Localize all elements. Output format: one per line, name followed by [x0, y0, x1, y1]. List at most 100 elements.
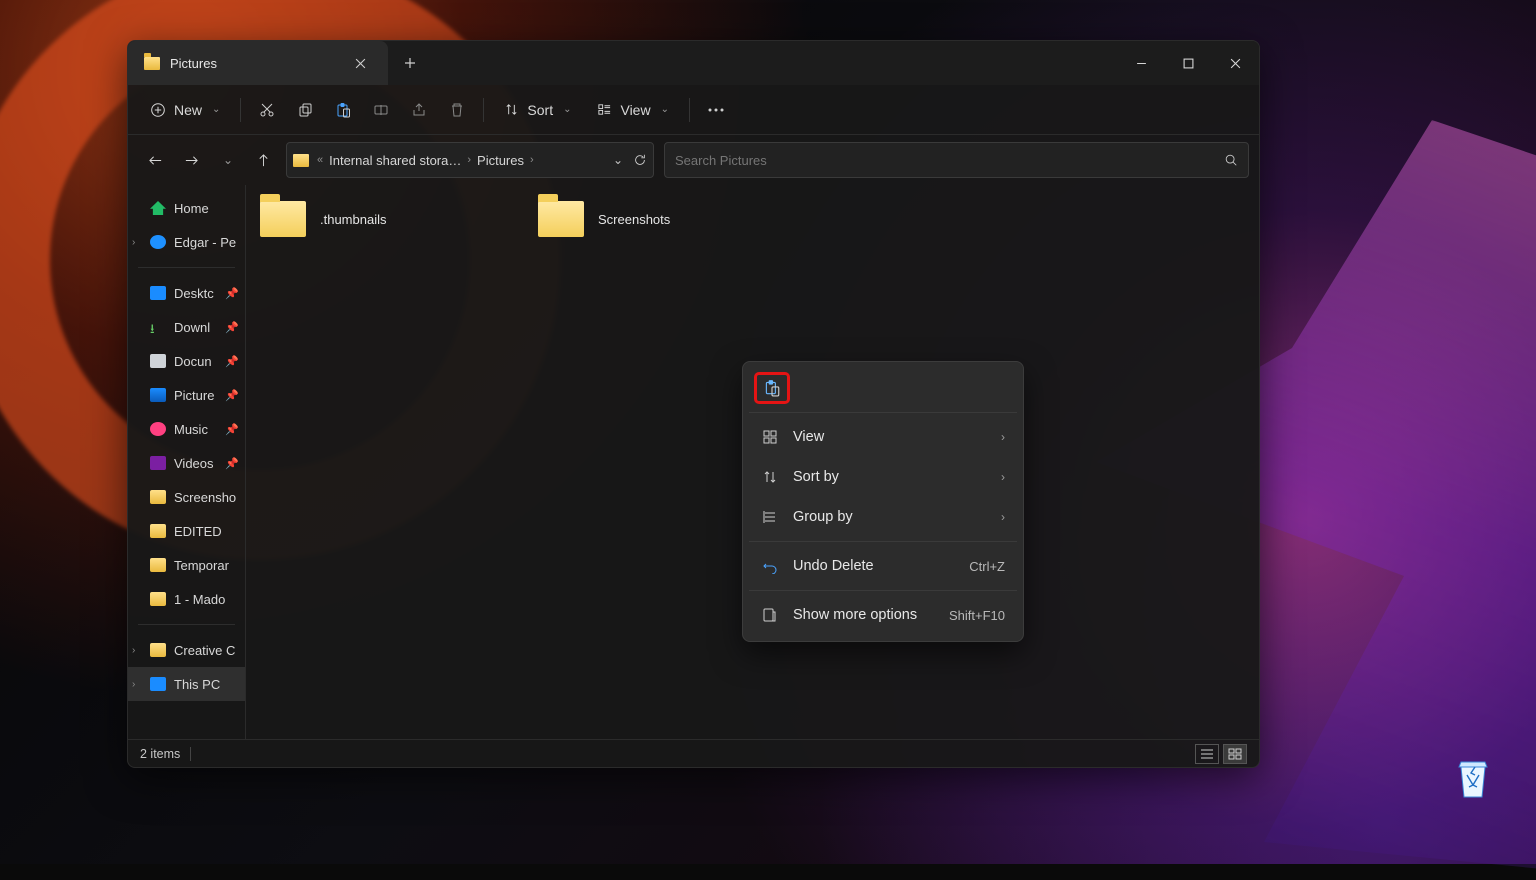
chevron-right-icon: › — [467, 154, 471, 166]
breadcrumb-item[interactable]: Internal shared stora… — [329, 153, 461, 168]
chevron-right-icon: › — [1001, 510, 1005, 524]
cut-button[interactable] — [251, 93, 283, 127]
context-menu: View › Sort by › Group by › Undo Delete … — [742, 361, 1024, 642]
sidebar-onedrive[interactable]: › Edgar - Pe — [128, 225, 245, 259]
document-icon — [150, 354, 166, 368]
new-button[interactable]: New ⌄ — [140, 93, 230, 127]
close-button[interactable] — [1212, 41, 1259, 85]
folder-icon — [260, 201, 306, 237]
sidebar-desktop[interactable]: Desktc📌 — [128, 276, 245, 310]
separator — [689, 98, 690, 122]
sidebar-this-pc[interactable]: ›This PC — [128, 667, 245, 701]
sidebar-music[interactable]: Music📌 — [128, 412, 245, 446]
search-box[interactable] — [664, 142, 1249, 178]
context-group-by[interactable]: Group by › — [749, 497, 1017, 537]
refresh-button[interactable] — [633, 153, 647, 167]
tab-pictures[interactable]: Pictures — [128, 41, 388, 85]
context-view[interactable]: View › — [749, 417, 1017, 457]
paste-button[interactable] — [327, 93, 359, 127]
folder-icon — [150, 490, 166, 504]
folder-icon — [150, 592, 166, 606]
context-undo-delete[interactable]: Undo Delete Ctrl+Z — [749, 546, 1017, 586]
search-input[interactable] — [675, 153, 1224, 168]
share-button[interactable] — [403, 93, 435, 127]
separator — [190, 747, 191, 761]
command-bar: New ⌄ Sort ⌄ View ⌄ — [128, 85, 1259, 135]
folder-name: .thumbnails — [320, 212, 386, 227]
chevron-right-icon: › — [1001, 430, 1005, 444]
pin-icon: 📌 — [225, 287, 239, 300]
context-show-more-options[interactable]: Show more options Shift+F10 — [749, 595, 1017, 635]
context-sort-by[interactable]: Sort by › — [749, 457, 1017, 497]
sort-label: Sort — [527, 102, 553, 118]
back-button[interactable] — [138, 143, 172, 177]
sidebar-downloads[interactable]: ⭳Downl📌 — [128, 310, 245, 344]
chevron-right-icon: › — [530, 154, 534, 166]
sidebar-videos[interactable]: Videos📌 — [128, 446, 245, 480]
breadcrumb: « Internal shared stora… › Pictures › — [317, 153, 605, 168]
cloud-icon — [150, 235, 166, 249]
maximize-button[interactable] — [1165, 41, 1212, 85]
tab-close-button[interactable] — [346, 49, 374, 77]
folder-thumbnails[interactable]: .thumbnails — [260, 197, 510, 241]
sidebar-home[interactable]: Home — [128, 191, 245, 225]
sort-button[interactable]: Sort ⌄ — [494, 93, 581, 127]
separator — [483, 98, 484, 122]
pin-icon: 📌 — [225, 321, 239, 334]
view-button[interactable]: View ⌄ — [587, 93, 678, 127]
chevron-down-icon: ⌄ — [661, 104, 669, 115]
folder-icon — [538, 201, 584, 237]
navigation-pane[interactable]: Home › Edgar - Pe Desktc📌 ⭳Downl📌 Docun📌… — [128, 185, 246, 739]
separator — [138, 267, 235, 268]
pc-icon — [150, 677, 166, 691]
sidebar-custom[interactable]: 1 - Mado — [128, 582, 245, 616]
desktop-icon — [150, 286, 166, 300]
sidebar-temporary[interactable]: Temporar — [128, 548, 245, 582]
pin-icon: 📌 — [225, 355, 239, 368]
delete-button[interactable] — [441, 93, 473, 127]
forward-button[interactable] — [174, 143, 208, 177]
new-tab-button[interactable] — [388, 41, 432, 85]
folder-icon — [150, 558, 166, 572]
new-label: New — [174, 102, 202, 118]
pin-icon: 📌 — [225, 423, 239, 436]
home-icon — [150, 201, 166, 215]
more-button[interactable] — [700, 93, 732, 127]
details-view-button[interactable] — [1195, 744, 1219, 764]
navigation-row: ⌄ « Internal shared stora… › Pictures › … — [128, 135, 1259, 185]
pictures-icon — [150, 388, 166, 402]
sidebar-documents[interactable]: Docun📌 — [128, 344, 245, 378]
folder-icon — [150, 643, 166, 657]
folder-icon — [293, 154, 309, 167]
up-button[interactable] — [246, 143, 280, 177]
separator — [749, 412, 1017, 413]
breadcrumb-item[interactable]: Pictures — [477, 153, 524, 168]
content-pane[interactable]: .thumbnails Screenshots View › — [246, 185, 1259, 739]
copy-button[interactable] — [289, 93, 321, 127]
address-bar[interactable]: « Internal shared stora… › Pictures › ⌄ — [286, 142, 654, 178]
folder-screenshots[interactable]: Screenshots — [538, 197, 788, 241]
sidebar-pictures[interactable]: Picture📌 — [128, 378, 245, 412]
sidebar-screenshots[interactable]: Screensho — [128, 480, 245, 514]
sort-icon — [761, 469, 779, 485]
sidebar-edited[interactable]: EDITED — [128, 514, 245, 548]
folder-icon — [144, 57, 160, 70]
chevron-right-icon: › — [132, 645, 135, 656]
chevron-right-icon: › — [132, 237, 135, 248]
video-icon — [150, 456, 166, 470]
thumbnails-view-button[interactable] — [1223, 744, 1247, 764]
status-bar: 2 items — [128, 739, 1259, 767]
chevron-down-icon: ⌄ — [563, 104, 571, 115]
chevron-right-icon: › — [1001, 470, 1005, 484]
folder-name: Screenshots — [598, 212, 670, 227]
separator — [138, 624, 235, 625]
sidebar-creative-cloud[interactable]: ›Creative C — [128, 633, 245, 667]
pin-icon: 📌 — [225, 389, 239, 402]
address-dropdown-button[interactable]: ⌄ — [613, 153, 623, 167]
recycle-bin[interactable] — [1450, 754, 1496, 806]
more-options-icon — [761, 607, 779, 623]
rename-button[interactable] — [365, 93, 397, 127]
recent-button[interactable]: ⌄ — [210, 143, 244, 177]
minimize-button[interactable] — [1118, 41, 1165, 85]
context-paste-button[interactable] — [755, 373, 789, 403]
